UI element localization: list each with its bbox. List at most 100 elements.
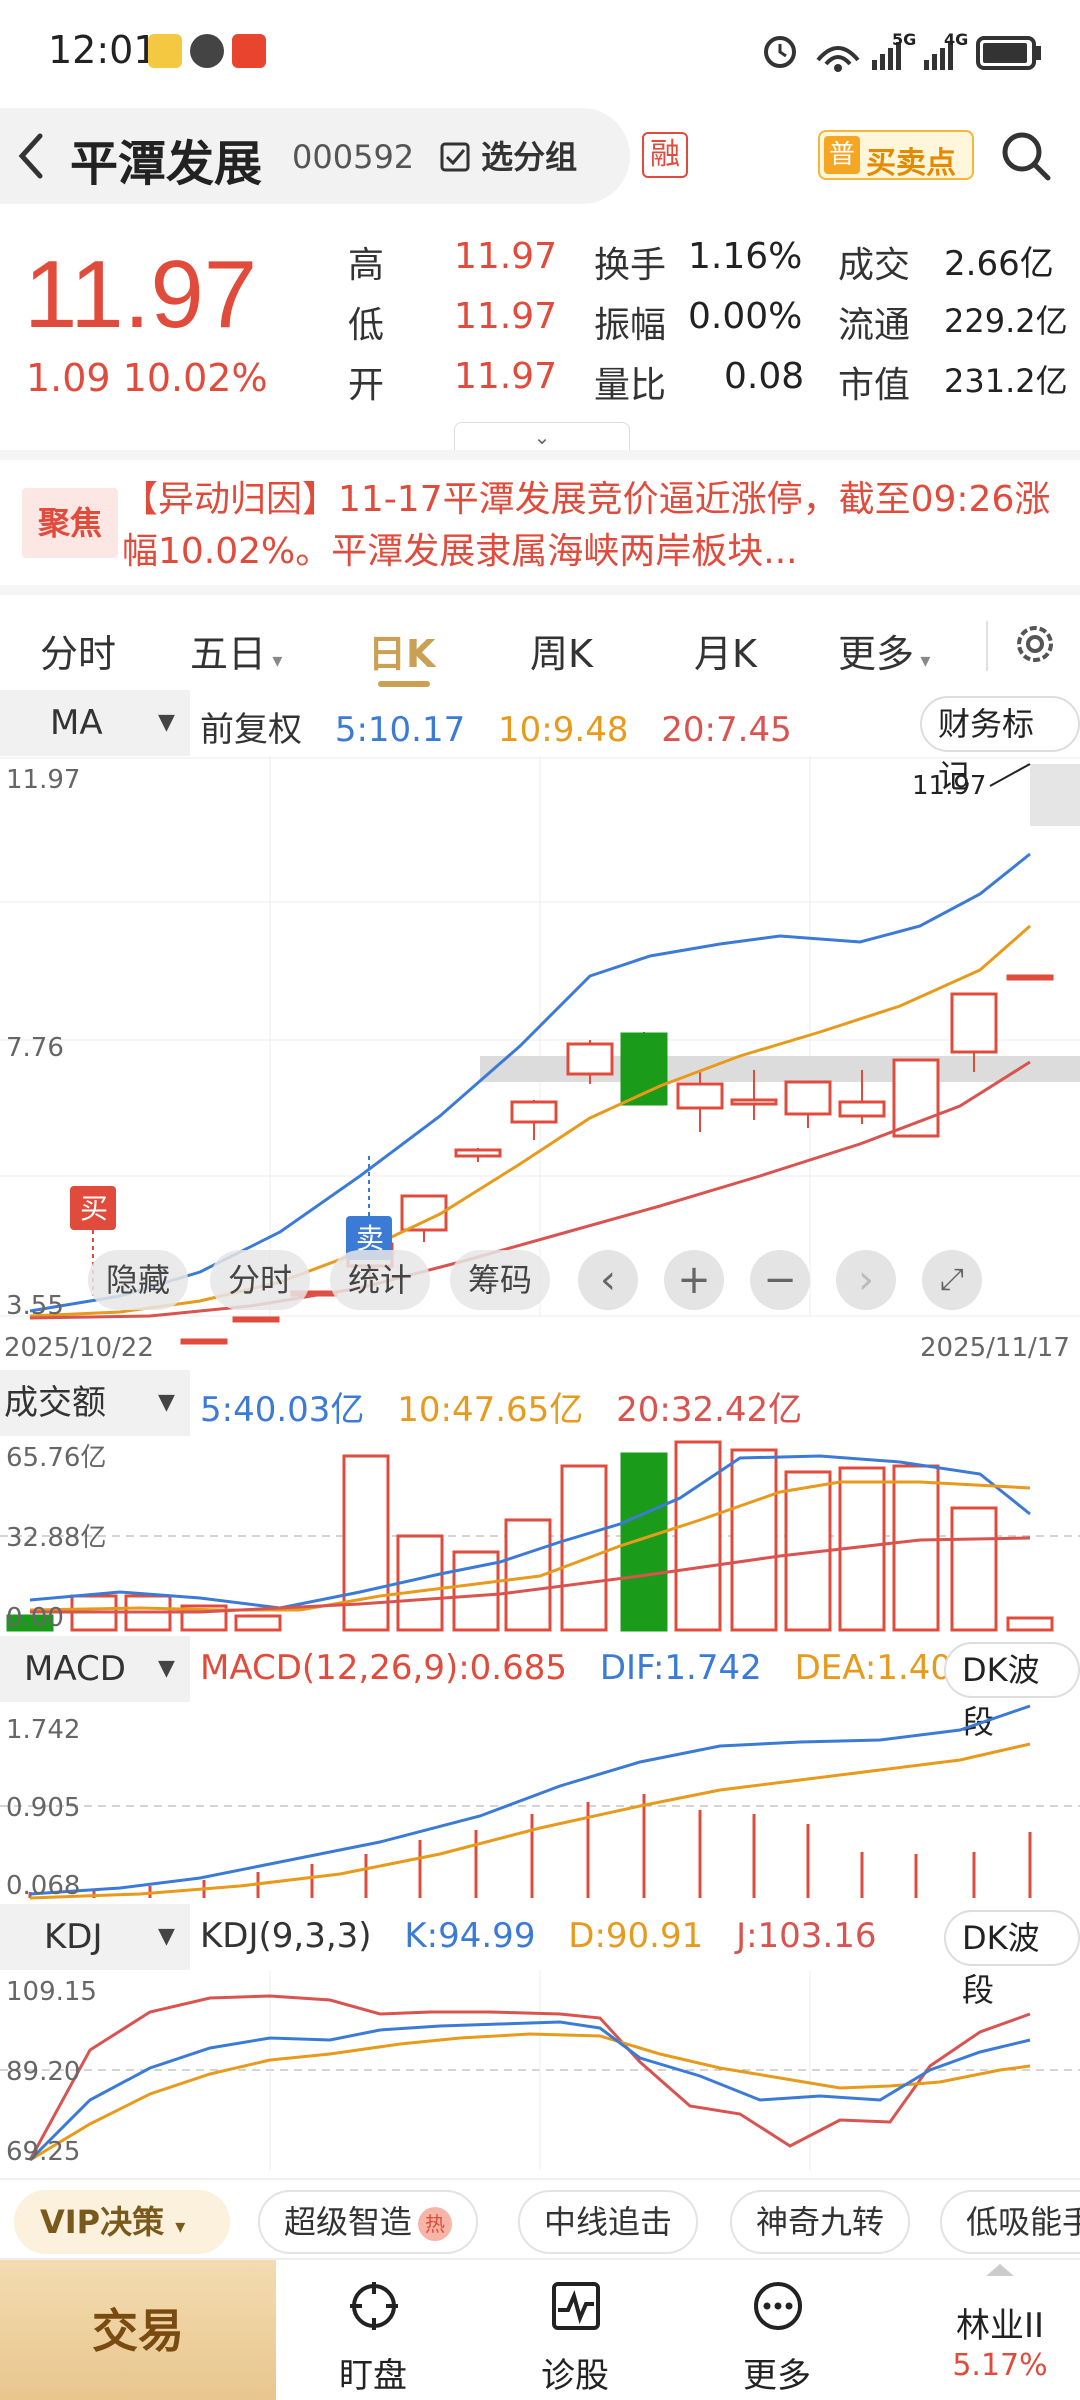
volume-bar (950, 1506, 998, 1632)
gear-icon[interactable] (1010, 619, 1060, 669)
expand-up-icon (986, 2264, 1014, 2276)
volume-ratio-value: 0.08 (724, 356, 805, 397)
tab-five-day-label: 五日 (190, 632, 267, 676)
period-tabs: 分时 五日 ▾ 日K 周K 月K 更多 ▾ (0, 585, 1080, 687)
more-dots-icon (754, 2282, 802, 2330)
tab-daily-k[interactable]: 日K (368, 623, 435, 678)
candle-body (950, 992, 998, 1054)
intraday-button[interactable]: 分时 (210, 1250, 310, 1310)
y-bottom-label: 3.55 (6, 1291, 64, 1321)
j-line (28, 1994, 1031, 2161)
vip-decision-chip[interactable]: VIP决策 ▾ (14, 2190, 230, 2254)
related-sector[interactable]: 林业II 5.17% (920, 2260, 1080, 2400)
caret-down-icon: ▾ (175, 2214, 186, 2238)
sector-name: 林业II (955, 2306, 1045, 2346)
chip-magic-nine[interactable]: 神奇九转 (730, 2190, 911, 2254)
turnover-label: 换手 (594, 245, 667, 286)
open-label: 开 (348, 365, 385, 406)
search-icon[interactable] (996, 126, 1056, 186)
hide-button[interactable]: 隐藏 (88, 1250, 188, 1310)
chip-midterm-chase[interactable]: 中线追击 (518, 2190, 699, 2254)
y-mid-label: 7.76 (6, 1033, 64, 1063)
vol-y-bottom: 0.00 (6, 1603, 64, 1633)
nav-more-label: 更多 (743, 2356, 811, 2396)
vol-y-top: 65.76亿 (6, 1443, 106, 1473)
market-cap-label: 市值 (838, 365, 911, 406)
caret-icon: ▾ (266, 648, 283, 672)
zoom-in-icon[interactable]: + (664, 1250, 724, 1310)
grid (0, 756, 1080, 1317)
kdj-y-top: 109.15 (6, 1977, 97, 2007)
caret-icon: ▾ (914, 648, 931, 672)
crosshair-icon (350, 2282, 398, 2330)
adjust-mode: 前复权 (200, 710, 302, 750)
stats-button[interactable]: 统计 (330, 1250, 430, 1310)
chevron-left-icon[interactable]: ‹ (578, 1250, 638, 1310)
macd-chart: 1.742 0.905 0.068 (0, 1704, 1080, 1901)
chips-button[interactable]: 筹码 (450, 1250, 550, 1310)
float-cap-value: 229.2亿 (944, 302, 1068, 340)
dif-line (29, 1704, 1031, 1896)
select-group-button[interactable]: 选分组 (440, 132, 577, 178)
macd-dk-button[interactable]: DK波段 (944, 1642, 1080, 1741)
kdj-dk-button[interactable]: DK波段 (944, 1910, 1080, 2009)
active-tab-underline (378, 681, 430, 687)
chip-super-manufacturing[interactable]: 超级智造热 (258, 2190, 479, 2254)
news-badge: 聚焦 (22, 488, 118, 558)
float-cap-label: 流通 (838, 305, 911, 346)
tab-intraday[interactable]: 分时 (40, 623, 116, 678)
margin-trading-badge[interactable]: 融 (642, 132, 688, 178)
tab-more[interactable]: 更多 ▾ (838, 623, 930, 678)
kdj-y-bottom: 69.25 (6, 2137, 80, 2167)
candle-body (784, 1080, 832, 1116)
price-range-marker (1030, 764, 1080, 826)
vol-ma10-value: 10:47.65亿 (397, 1390, 584, 1430)
caret-down-icon: ▼ (158, 710, 175, 735)
amplitude-label: 振幅 (594, 305, 667, 346)
price-change: 1.09 10.02% (26, 356, 268, 400)
d-line (29, 2032, 1031, 2162)
chevron-right-icon[interactable]: › (836, 1250, 896, 1310)
ma-indicator-selector[interactable]: MA ▼ (0, 690, 190, 756)
status-bar: 12:01 5G 4G (0, 0, 1080, 100)
kdj-indicator-selector[interactable]: KDJ ▼ (0, 1904, 190, 1970)
macd-y-mid: 0.905 (6, 1793, 80, 1823)
buysell-points-button[interactable]: 普 买卖点 (818, 130, 974, 181)
chip-low-buy[interactable]: 低吸能手 (940, 2190, 1080, 2254)
high-price-marker: 11.97 (912, 771, 986, 801)
tab-weekly-k[interactable]: 周K (530, 623, 593, 678)
zoom-out-icon[interactable]: − (750, 1250, 810, 1310)
volume-indicator-selector[interactable]: 成交额 ▼ (0, 1370, 190, 1436)
buysell-label: 买卖点 (866, 146, 956, 181)
tab-monthly-k[interactable]: 月K (694, 623, 757, 678)
kdj-chart: 109.15 89.20 69.25 (0, 1970, 1080, 2170)
back-arrow-icon[interactable] (8, 128, 52, 184)
caret-down-icon: ▼ (158, 1390, 175, 1415)
network-5g: 5G (892, 30, 917, 49)
vol-y-mid: 32.88亿 (6, 1523, 106, 1553)
kdj-d: D:90.91 (568, 1916, 704, 1956)
news-text: 【异动归因】11-17平潭发展竞价逼近涨停，截至09:26涨幅10.02%。平潭… (122, 479, 1051, 572)
macd-dif: DIF:1.742 (599, 1648, 762, 1688)
news-banner[interactable]: 聚焦 【异动归因】11-17平潭发展竞价逼近涨停，截至09:26涨幅10.02%… (0, 450, 1080, 585)
select-group-label: 选分组 (481, 138, 578, 176)
volume-indicator-label: 成交额 (4, 1383, 106, 1423)
macd-indicator-selector[interactable]: MACD ▼ (0, 1636, 190, 1702)
nav-more[interactable]: 更多 (712, 2260, 842, 2400)
date-end: 2025/11/17 (920, 1333, 1070, 1363)
nav-watch-label: 盯盘 (339, 2356, 407, 2396)
candle-body (180, 1338, 228, 1345)
trade-button[interactable]: 交易 (0, 2260, 276, 2400)
fullscreen-icon[interactable]: ⤢ (922, 1250, 982, 1310)
tab-five-day[interactable]: 五日 ▾ (190, 623, 282, 678)
macd-info-bar: MACD ▼ MACD(12,26,9):0.685 DIF:1.742 DEA:… (0, 1636, 1080, 1741)
nav-watch[interactable]: 盯盘 (308, 2260, 438, 2400)
nav-diagnose[interactable]: 诊股 (510, 2260, 640, 2400)
finance-mark-button[interactable]: 财务标记 (920, 696, 1080, 795)
volume-bar (674, 1440, 722, 1632)
date-start: 2025/10/22 (4, 1333, 154, 1363)
candle-body (838, 1100, 886, 1118)
low-value: 11.97 (454, 296, 558, 337)
expand-quote-chevron-icon[interactable]: ⌄ (454, 422, 630, 450)
high-value: 11.97 (454, 236, 558, 277)
